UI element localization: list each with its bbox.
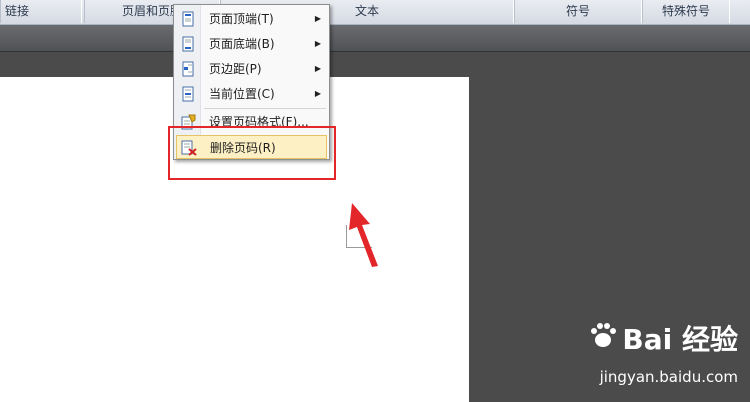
submenu-arrow-icon: ▶ [314, 64, 321, 73]
menu-item-current-position[interactable]: 当前位置(C) ▶ [176, 82, 327, 106]
baidu-watermark: Bai 经验 [591, 318, 738, 358]
current-position-icon [180, 86, 196, 102]
ruler-bar [0, 25, 750, 52]
watermark-brand: Bai 经验 [622, 323, 738, 356]
submenu-arrow-icon: ▶ [314, 39, 321, 48]
paw-logo-icon [591, 323, 617, 347]
page-bottom-icon [180, 36, 196, 52]
submenu-arrow-icon: ▶ [314, 89, 321, 98]
ribbon-group-links: 链接 [0, 0, 82, 23]
menu-separator [204, 108, 326, 109]
highlight-callout-box [168, 126, 336, 180]
ribbon-group-symbols: 符号 [514, 0, 642, 23]
page-top-icon [180, 11, 196, 27]
ribbon-group-special-symbols: 特殊符号 [642, 0, 730, 23]
ribbon-group-labels: 链接 页眉和页脚 文本 符号 特殊符号 [0, 0, 750, 25]
menu-item-page-bottom[interactable]: 页面底端(B) ▶ [176, 32, 327, 56]
submenu-arrow-icon: ▶ [314, 14, 321, 23]
menu-item-page-margin[interactable]: 页边距(P) ▶ [176, 57, 327, 81]
pointer-arrow-icon [349, 203, 378, 267]
page-margin-icon [180, 61, 196, 77]
menu-item-page-top[interactable]: 页面顶端(T) ▶ [176, 7, 327, 31]
watermark-url: jingyan.baidu.com [599, 368, 738, 386]
